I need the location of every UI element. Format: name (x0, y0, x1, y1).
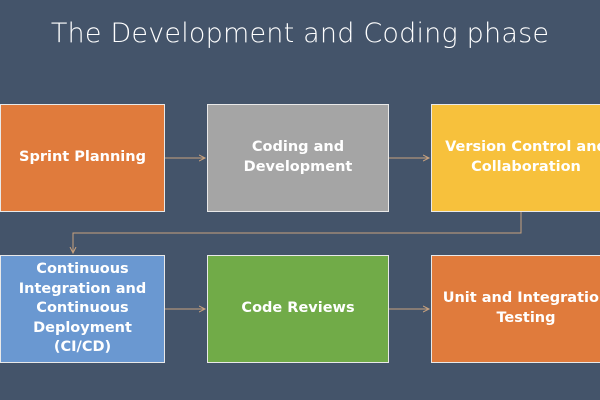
step-ci-cd: Continuous Integration and Continuous De… (0, 255, 165, 363)
step-unit-and-integration-testing: Unit and Integration Testing (431, 255, 600, 363)
slide: The Development and Coding phase Sprint … (0, 0, 600, 400)
step-coding-and-development: Coding and Development (207, 104, 389, 212)
arrow-3-to-4 (73, 212, 522, 253)
step-version-control-and-collaboration: Version Control and Collaboration (431, 104, 600, 212)
step-code-reviews: Code Reviews (207, 255, 389, 363)
step-sprint-planning: Sprint Planning (0, 104, 165, 212)
